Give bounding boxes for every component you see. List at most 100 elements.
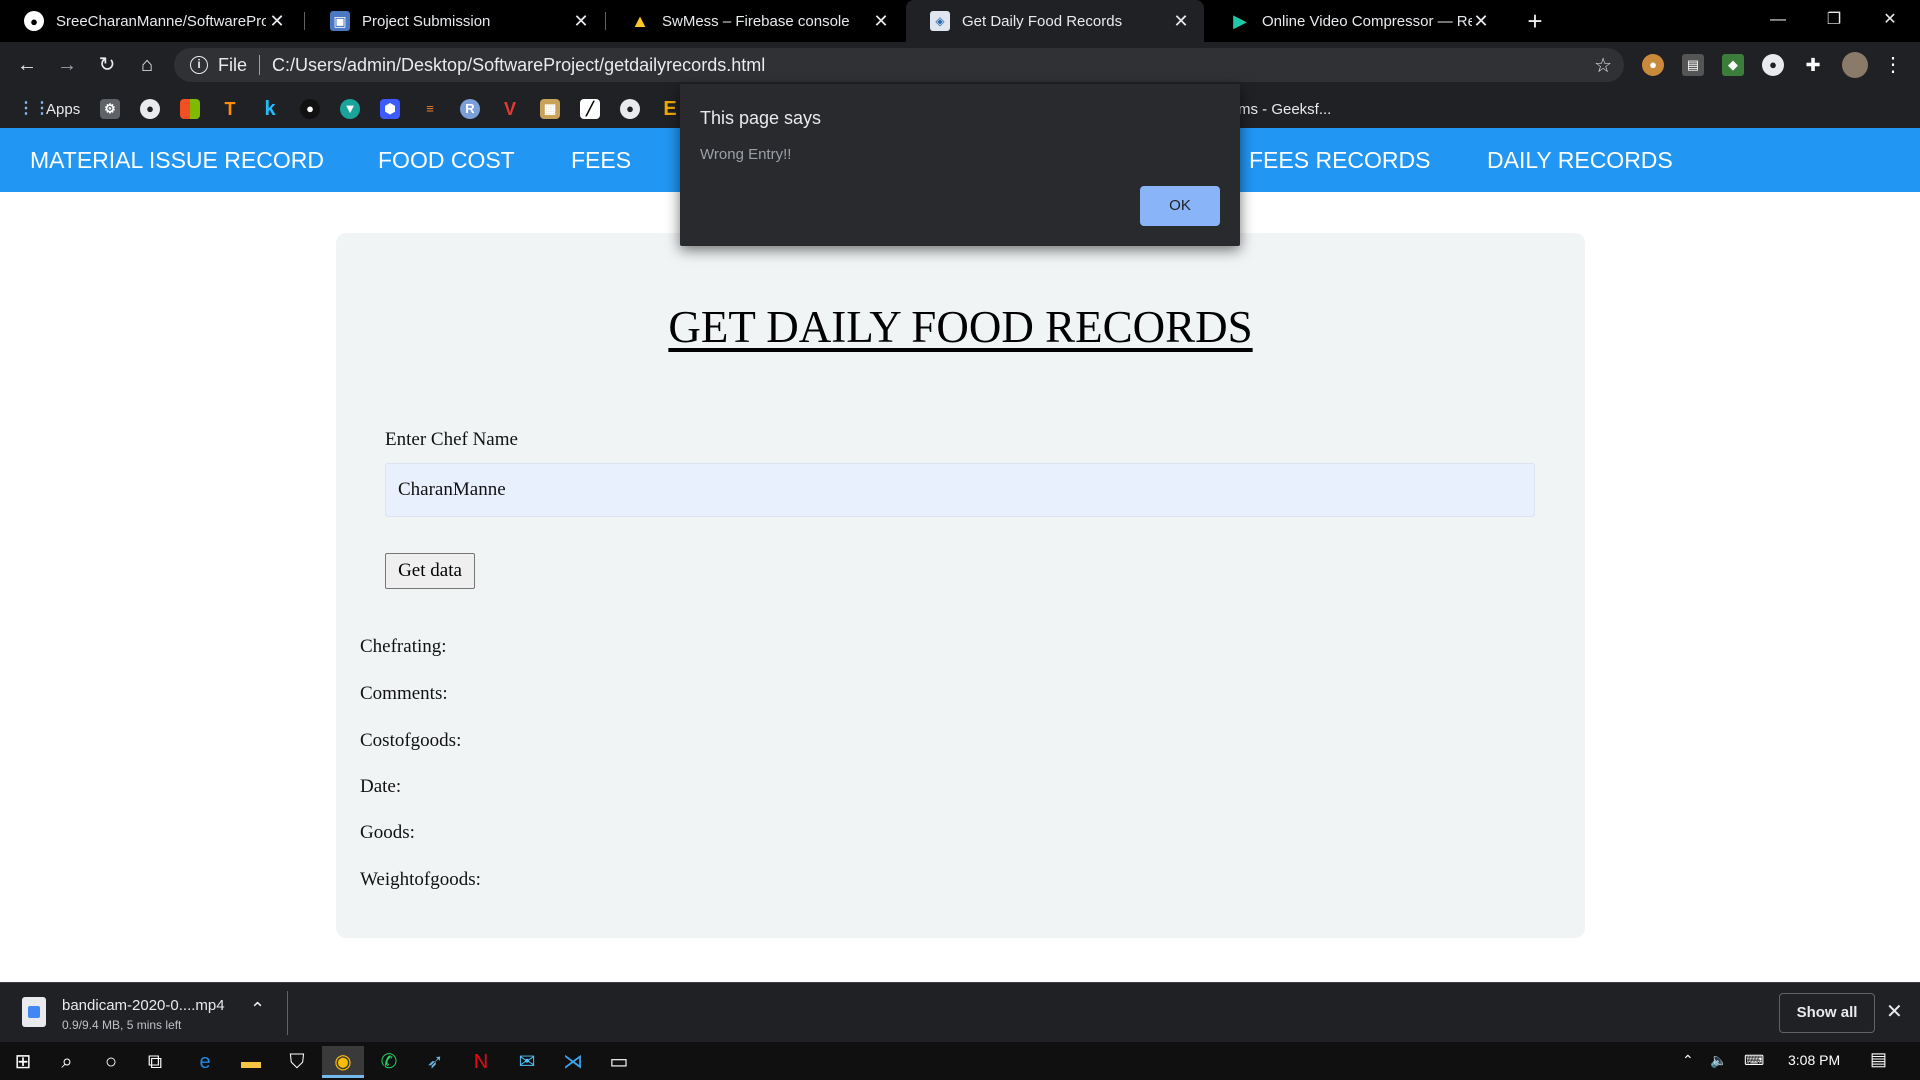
ok-button[interactable]: OK — [1140, 186, 1220, 226]
cookie-extension-icon[interactable]: ● — [1642, 54, 1664, 76]
nav-fees[interactable]: FEES — [571, 147, 631, 174]
apps-label: Apps — [46, 100, 81, 118]
bookmark-github-icon[interactable]: ● — [300, 98, 320, 120]
contact-icon: ▣ — [330, 11, 350, 31]
date-field: Date: — [360, 776, 402, 797]
app-icon[interactable]: ➶ — [414, 1046, 456, 1078]
search-icon[interactable]: ⌕ — [46, 1046, 88, 1078]
forward-icon[interactable]: → — [52, 50, 82, 80]
geeks-label: ms - Geeksf... — [1238, 100, 1332, 118]
tab-title: SreeCharanManne/SoftwareProje — [56, 12, 266, 30]
play-icon: ▶ — [1233, 10, 1247, 31]
tab-github[interactable]: ● SreeCharanManne/SoftwareProje ✕ — [0, 0, 300, 42]
chevron-up-icon[interactable]: ⌃ — [250, 999, 265, 1020]
pdf-extension-icon[interactable]: ▤ — [1682, 54, 1704, 76]
grammar-extension-icon[interactable]: ◆ — [1722, 54, 1744, 76]
profile-avatar[interactable] — [1842, 52, 1868, 78]
bookmark-tensorflow-icon[interactable]: T — [220, 98, 240, 120]
address-bar[interactable]: i File C:/Users/admin/Desktop/SoftwarePr… — [174, 48, 1624, 82]
close-shelf-icon[interactable]: ✕ — [1886, 999, 1903, 1024]
bookmark-1-icon[interactable]: ⚙ — [100, 98, 120, 120]
close-tab-icon[interactable]: ✕ — [1470, 10, 1492, 32]
firebase-icon: ▲ — [631, 10, 649, 31]
close-tab-icon[interactable]: ✕ — [266, 10, 288, 32]
bookmark-geeks[interactable]: ms - Geeksf... — [1238, 98, 1331, 120]
keyboard-icon[interactable]: ⌨ — [1744, 1052, 1764, 1069]
mail-icon[interactable]: ✉ — [506, 1046, 548, 1078]
file-explorer-icon[interactable]: ▬ — [230, 1046, 272, 1078]
circle-extension-icon[interactable]: ● — [1762, 54, 1784, 76]
tab-title: Online Video Compressor — Red — [1262, 12, 1472, 30]
minimize-icon[interactable]: — — [1750, 0, 1806, 40]
records-card: GET DAILY FOOD RECORDS Enter Chef Name C… — [336, 233, 1585, 938]
scheme-label: File — [218, 54, 248, 75]
menu-kebab-icon[interactable]: ⋮ — [1882, 54, 1904, 76]
page-title: GET DAILY FOOD RECORDS — [668, 302, 1253, 352]
get-data-button[interactable]: Get data — [385, 553, 475, 589]
windows-taskbar: ⊞ ⌕ ○ ⧉ e ▬ ⛉ ◉ ✆ ➶ N ✉ ⋊ ▭ ⌃ 🔈 ⌨ 3:08 P… — [0, 1042, 1920, 1080]
bookmark-globe-icon[interactable]: ● — [140, 98, 160, 120]
close-tab-icon[interactable]: ✕ — [1170, 10, 1192, 32]
tab-project-submission[interactable]: ▣ Project Submission ✕ — [306, 0, 604, 42]
tray-chevron-icon[interactable]: ⌃ — [1682, 1052, 1694, 1069]
file-icon — [22, 997, 46, 1027]
close-tab-icon[interactable]: ✕ — [570, 10, 592, 32]
whatsapp-icon[interactable]: ✆ — [368, 1046, 410, 1078]
nav-food-cost[interactable]: FOOD COST — [378, 147, 515, 174]
vscode-icon[interactable]: ⋊ — [552, 1046, 594, 1078]
notifications-icon[interactable]: ▤ — [1870, 1049, 1887, 1070]
bookmark-e-icon[interactable]: E — [660, 98, 680, 120]
home-icon[interactable]: ⌂ — [132, 50, 162, 80]
bookmark-v-icon[interactable]: V — [500, 98, 520, 120]
bookmark-apps[interactable]: ⋮⋮ Apps — [18, 98, 80, 120]
download-shelf: bandicam-2020-0....mp4 0.9/9.4 MB, 5 min… — [0, 982, 1920, 1042]
terminal-icon[interactable]: ▭ — [598, 1046, 640, 1078]
tab-title: Get Daily Food Records — [962, 12, 1123, 30]
bookmark-star-icon[interactable]: ☆ — [1594, 53, 1612, 78]
show-all-button[interactable]: Show all — [1779, 993, 1875, 1033]
chef-name-input[interactable]: CharanManne — [385, 463, 1535, 517]
bookmark-hex-icon[interactable]: ⬢ — [380, 98, 400, 120]
tab-get-daily-food-records[interactable]: ◈ Get Daily Food Records ✕ — [906, 0, 1204, 42]
bookmark-microsoft-icon[interactable] — [180, 98, 200, 120]
page-icon: ◈ — [930, 11, 950, 31]
bookmark-stack-icon[interactable]: ≡ — [420, 98, 440, 120]
tab-divider — [304, 12, 305, 30]
edge-icon[interactable]: e — [184, 1046, 226, 1078]
weightofgoods-field: Weightofgoods: — [360, 869, 481, 890]
nav-fees-records[interactable]: FEES RECORDS — [1249, 147, 1430, 174]
back-icon[interactable]: ← — [12, 50, 42, 80]
bookmark-globe2-icon[interactable]: ● — [620, 98, 640, 120]
cortana-icon[interactable]: ○ — [90, 1046, 132, 1078]
task-view-icon[interactable]: ⧉ — [134, 1046, 176, 1078]
alert-dialog: This page says Wrong Entry!! OK — [680, 84, 1240, 246]
close-tab-icon[interactable]: ✕ — [870, 10, 892, 32]
url-text: C:/Users/admin/Desktop/SoftwareProject/g… — [272, 54, 766, 75]
bookmark-r-icon[interactable]: R — [460, 98, 480, 120]
close-window-icon[interactable]: ✕ — [1862, 0, 1918, 40]
clock-time[interactable]: 3:08 PM — [1788, 1052, 1840, 1068]
windows-start-icon[interactable]: ⊞ — [2, 1046, 44, 1078]
bookmark-k-icon[interactable]: k — [260, 98, 280, 120]
nav-material-issue-record[interactable]: MATERIAL ISSUE RECORD — [30, 147, 324, 174]
tab-firebase[interactable]: ▲ SwMess – Firebase console ✕ — [606, 0, 904, 42]
volume-icon[interactable]: 🔈 — [1710, 1052, 1727, 1069]
netflix-icon[interactable]: N — [460, 1046, 502, 1078]
github-icon: ● — [24, 11, 44, 31]
bookmark-image-icon[interactable]: ▦ — [540, 98, 560, 120]
comments-field: Comments: — [360, 683, 448, 704]
nav-daily-records[interactable]: DAILY RECORDS — [1487, 147, 1673, 174]
tab-title: SwMess – Firebase console — [662, 12, 850, 30]
info-icon[interactable]: i — [190, 56, 208, 74]
download-file-name[interactable]: bandicam-2020-0....mp4 — [62, 997, 225, 1014]
bookmark-chart-icon[interactable]: ╱ — [580, 98, 600, 120]
reload-icon[interactable]: ↻ — [92, 50, 122, 80]
tab-video-compressor[interactable]: ▶ Online Video Compressor — Red ✕ — [1206, 0, 1504, 42]
dialog-title: This page says — [700, 108, 822, 128]
store-icon[interactable]: ⛉ — [276, 1046, 318, 1078]
bookmark-shield-icon[interactable]: ▼ — [340, 98, 360, 120]
extensions-puzzle-icon[interactable]: ✚ — [1802, 54, 1824, 76]
chrome-icon[interactable]: ◉ — [322, 1046, 364, 1078]
new-tab-icon[interactable]: + — [1520, 6, 1550, 36]
restore-icon[interactable]: ❐ — [1806, 0, 1862, 40]
